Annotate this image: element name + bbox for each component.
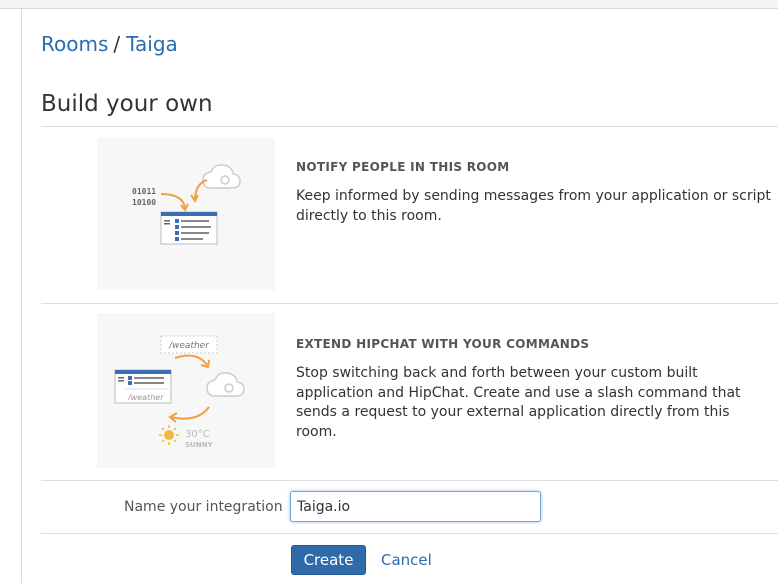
- weather-condition-text: SUNNY: [185, 441, 213, 449]
- chat-window-icon: [160, 211, 218, 245]
- cloud-icon: [202, 164, 241, 189]
- page-title: Build your own: [41, 91, 213, 117]
- breadcrumb-rooms-link[interactable]: Rooms: [41, 32, 108, 56]
- notify-option-description: Keep informed by sending messages from y…: [296, 188, 771, 224]
- create-button[interactable]: Create: [291, 545, 366, 575]
- top-bar: [0, 0, 778, 9]
- notify-illustration: 01011 10100: [97, 138, 275, 290]
- command-echo-text: /weather: [127, 393, 164, 402]
- integration-name-label: Name your integration: [124, 499, 283, 515]
- divider: [41, 533, 778, 534]
- extend-illustration: /weather /weather 30°C SUNNY: [97, 313, 275, 468]
- sidebar-divider: [21, 9, 22, 583]
- breadcrumb-room-link[interactable]: Taiga: [126, 32, 178, 56]
- cancel-link[interactable]: Cancel: [381, 550, 432, 570]
- temperature-text: 30°C: [185, 429, 210, 440]
- binary-line-1: 01011: [132, 187, 156, 196]
- cloud-icon: [206, 372, 245, 397]
- extend-option-description: Stop switching back and forth between yo…: [296, 365, 741, 440]
- breadcrumb: Rooms / Taiga: [41, 31, 178, 57]
- chat-window-icon: /weather: [114, 369, 172, 404]
- breadcrumb-separator: /: [113, 32, 121, 56]
- divider: [41, 480, 778, 481]
- divider: [41, 303, 778, 304]
- binary-line-2: 10100: [132, 198, 156, 207]
- command-text: /weather: [168, 341, 210, 351]
- extend-option-title: EXTEND HIPCHAT WITH YOUR COMMANDS: [296, 337, 590, 351]
- integration-name-input[interactable]: [290, 491, 541, 522]
- sun-icon: [159, 425, 179, 445]
- notify-option-title: NOTIFY PEOPLE IN THIS ROOM: [296, 160, 510, 174]
- divider: [41, 126, 778, 127]
